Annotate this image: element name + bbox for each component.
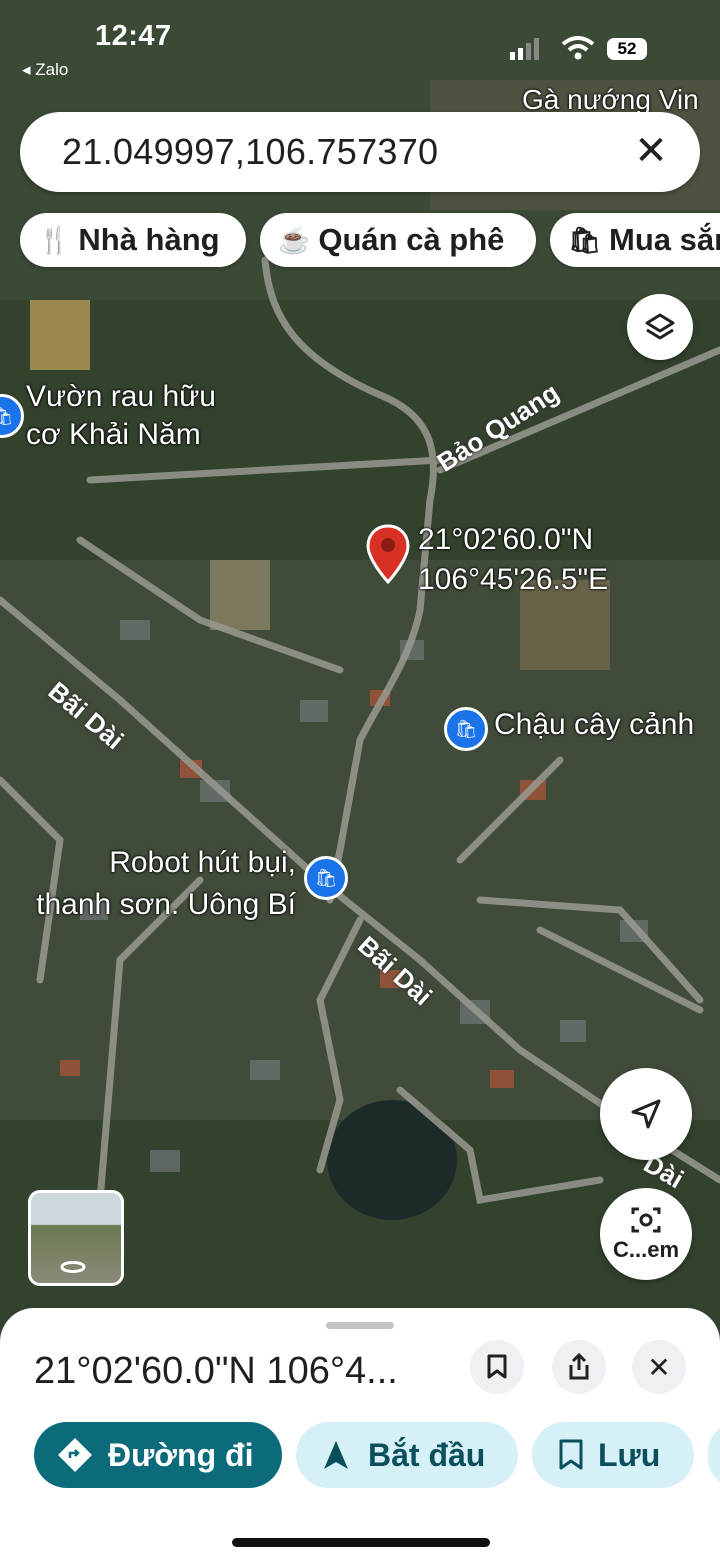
place-label-line: Robot hút bụi, <box>109 846 296 879</box>
drag-handle[interactable] <box>326 1322 394 1329</box>
bookmark-button[interactable] <box>470 1340 524 1394</box>
shopping-icon: 🛍 <box>454 718 478 739</box>
status-time: 12:47 <box>95 20 172 52</box>
back-to-app-link[interactable]: ◂ Zalo <box>22 60 68 80</box>
save-label: Lưu <box>598 1436 661 1473</box>
directions-label: Đường đi <box>108 1436 254 1473</box>
start-label: Bắt đầu <box>368 1436 486 1473</box>
bookmark-icon <box>487 1354 507 1379</box>
street-view-icon <box>60 1261 86 1273</box>
chip-label: Mua sắm <box>609 222 720 257</box>
share-button[interactable] <box>552 1340 606 1394</box>
layers-icon <box>645 313 675 340</box>
location-pin-icon[interactable] <box>366 524 410 584</box>
pin-latitude: 21°02'60.0"N <box>418 523 594 556</box>
pin-coordinate-label: 21°02'60.0"N 106°45'26.5"E <box>418 520 608 600</box>
home-indicator[interactable] <box>232 1538 490 1547</box>
place-label-line: cơ Khải Năm <box>26 418 201 451</box>
place-label-line: thanh sơn. Uông Bí <box>36 888 296 921</box>
chip-label: Quán cà phê <box>318 222 505 257</box>
search-input[interactable]: 21.049997,106.757370 <box>62 131 438 173</box>
restaurant-icon: 🍴 <box>38 224 71 255</box>
pin-longitude: 106°45'26.5"E <box>418 563 609 596</box>
coffee-icon: ☕ <box>278 224 311 255</box>
poi-marker-robot[interactable]: 🛍 <box>304 856 348 900</box>
battery-indicator: 52 <box>607 38 647 60</box>
close-sheet-button[interactable]: ✕ <box>632 1340 686 1394</box>
chip-label: Nhà hàng <box>78 222 220 257</box>
status-bar: 12:47 ◂ Zalo 52 <box>0 0 720 100</box>
search-bar[interactable]: 21.049997,106.757370 ✕ <box>20 112 700 192</box>
chip-cafes[interactable]: ☕ Quán cà phê <box>260 213 536 267</box>
place-title: 21°02'60.0"N 106°4... <box>34 1350 398 1392</box>
place-sheet[interactable]: 21°02'60.0"N 106°4... ✕ Đường đi Bắt đầu… <box>0 1308 720 1560</box>
directions-icon <box>58 1438 92 1472</box>
more-actions-pill[interactable] <box>708 1422 720 1488</box>
poi-marker-chau-cay[interactable]: 🛍 <box>444 707 488 751</box>
bookmark-icon <box>559 1439 583 1470</box>
clear-search-button[interactable]: ✕ <box>626 126 676 176</box>
chip-restaurants[interactable]: 🍴 Nhà hàng <box>20 213 246 267</box>
directions-button[interactable]: Đường đi <box>34 1422 282 1488</box>
street-view-thumbnail[interactable] <box>28 1190 124 1286</box>
shopping-bag-icon: 🛍 <box>568 224 602 255</box>
signal-icon <box>510 38 539 60</box>
place-label-chau-cay[interactable]: Chậu cây cảnh <box>494 708 694 742</box>
close-icon: ✕ <box>647 1351 671 1383</box>
place-label-line: Vườn rau hữu <box>26 380 216 413</box>
layers-button[interactable] <box>627 294 693 360</box>
camera-scan-icon <box>631 1207 661 1233</box>
navigation-arrow-icon <box>631 1099 661 1129</box>
shopping-icon: 🛍 <box>0 405 14 426</box>
place-label-robot[interactable]: Robot hút bụi, thanh sơn. Uông Bí <box>16 842 296 926</box>
camera-button-label: C...em <box>612 1237 680 1262</box>
navigation-icon <box>324 1441 348 1469</box>
place-label-vuon-rau[interactable]: Vườn rau hữu cơ Khải Năm <box>26 378 216 454</box>
camera-search-button[interactable]: C...em <box>600 1188 692 1280</box>
share-icon <box>569 1353 589 1380</box>
start-button[interactable]: Bắt đầu <box>296 1422 518 1488</box>
wifi-icon <box>561 36 595 60</box>
save-button[interactable]: Lưu <box>532 1422 694 1488</box>
shopping-icon: 🛍 <box>314 867 338 888</box>
chip-shopping[interactable]: 🛍 Mua sắm <box>550 213 720 267</box>
my-location-button[interactable] <box>600 1068 692 1160</box>
close-icon: ✕ <box>634 129 668 173</box>
